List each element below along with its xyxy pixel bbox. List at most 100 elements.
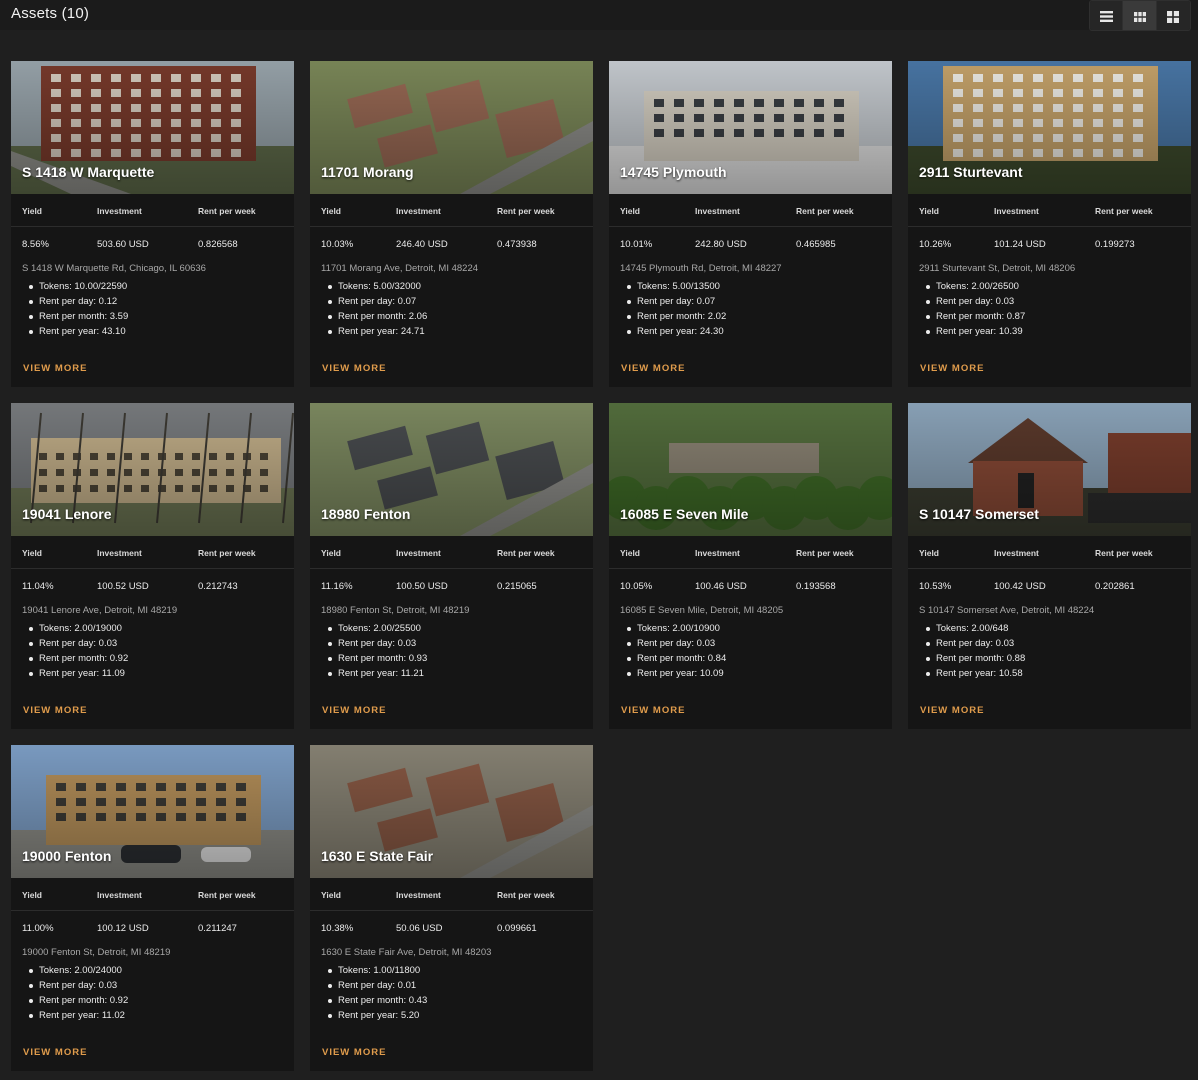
rent-per-month-item: Rent per month: 0.92 bbox=[27, 993, 294, 1008]
rent-per-week-value: 0.099661 bbox=[497, 923, 537, 934]
asset-details-list: Tokens: 10.00/22590 Rent per day: 0.12 R… bbox=[11, 279, 294, 339]
rent-per-day-item: Rent per day: 0.07 bbox=[625, 294, 892, 309]
rent-per-year-item: Rent per year: 5.20 bbox=[326, 1008, 593, 1023]
property-photo[interactable]: S 1418 W Marquette bbox=[11, 61, 294, 194]
asset-card-8[interactable]: S 10147 Somerset Yield Investment Rent p… bbox=[908, 403, 1191, 729]
property-photo[interactable]: 16085 E Seven Mile bbox=[609, 403, 892, 536]
metrics-header: Yield Investment Rent per week bbox=[609, 536, 892, 569]
asset-name: S 1418 W Marquette bbox=[22, 164, 155, 180]
rent-per-day-item: Rent per day: 0.03 bbox=[27, 978, 294, 993]
view-more-link[interactable]: VIEW MORE bbox=[920, 705, 984, 716]
view-more-link[interactable]: VIEW MORE bbox=[23, 1047, 87, 1058]
yield-value: 10.01% bbox=[620, 239, 653, 250]
rent-per-month-item: Rent per month: 0.88 bbox=[924, 651, 1191, 666]
view-more-link[interactable]: VIEW MORE bbox=[23, 363, 87, 374]
asset-card-1[interactable]: S 1418 W Marquette Yield Investment Rent… bbox=[11, 61, 294, 387]
asset-details-list: Tokens: 5.00/32000 Rent per day: 0.07 Re… bbox=[310, 279, 593, 339]
yield-value: 11.16% bbox=[321, 581, 353, 592]
property-photo[interactable]: 1630 E State Fair bbox=[310, 745, 593, 878]
property-photo[interactable]: 2911 Sturtevant bbox=[908, 61, 1191, 194]
asset-address: S 10147 Somerset Ave, Detroit, MI 48224 bbox=[919, 605, 1095, 616]
asset-name: 2911 Sturtevant bbox=[919, 164, 1023, 180]
view-more-link[interactable]: VIEW MORE bbox=[920, 363, 984, 374]
property-photo[interactable]: 18980 Fenton bbox=[310, 403, 593, 536]
investment-value: 100.46 USD bbox=[695, 581, 747, 592]
grid-small-view-button[interactable] bbox=[1123, 1, 1157, 30]
view-more-link[interactable]: VIEW MORE bbox=[621, 363, 685, 374]
investment-value: 100.42 USD bbox=[994, 581, 1046, 592]
property-photo[interactable]: 14745 Plymouth bbox=[609, 61, 892, 194]
investment-label: Investment bbox=[396, 890, 441, 900]
view-more-link[interactable]: VIEW MORE bbox=[23, 705, 87, 716]
asset-card-3[interactable]: 14745 Plymouth Yield Investment Rent per… bbox=[609, 61, 892, 387]
yield-value: 10.03% bbox=[321, 239, 354, 250]
asset-name: S 10147 Somerset bbox=[919, 506, 1039, 522]
metrics-values: 8.56% 503.60 USD 0.826568 bbox=[11, 227, 294, 259]
asset-card-6[interactable]: 18980 Fenton Yield Investment Rent per w… bbox=[310, 403, 593, 729]
rent-per-week-label: Rent per week bbox=[497, 890, 555, 900]
rent-per-year-item: Rent per year: 10.39 bbox=[924, 324, 1191, 339]
yield-label: Yield bbox=[321, 206, 341, 216]
asset-name: 11701 Morang bbox=[321, 164, 414, 180]
investment-value: 100.50 USD bbox=[396, 581, 448, 592]
asset-card-7[interactable]: 16085 E Seven Mile Yield Investment Rent… bbox=[609, 403, 892, 729]
property-photo[interactable]: 19000 Fenton bbox=[11, 745, 294, 878]
tokens-item: Tokens: 2.00/648 bbox=[924, 621, 1191, 636]
asset-details-list: Tokens: 2.00/24000 Rent per day: 0.03 Re… bbox=[11, 963, 294, 1023]
rent-per-year-item: Rent per year: 11.02 bbox=[27, 1008, 294, 1023]
metrics-header: Yield Investment Rent per week bbox=[609, 194, 892, 227]
asset-card-4[interactable]: 2911 Sturtevant Yield Investment Rent pe… bbox=[908, 61, 1191, 387]
metrics-header: Yield Investment Rent per week bbox=[310, 536, 593, 569]
metrics-values: 11.04% 100.52 USD 0.212743 bbox=[11, 569, 294, 601]
tokens-item: Tokens: 10.00/22590 bbox=[27, 279, 294, 294]
property-photo[interactable]: S 10147 Somerset bbox=[908, 403, 1191, 536]
view-more-link[interactable]: VIEW MORE bbox=[322, 1047, 386, 1058]
yield-value: 10.38% bbox=[321, 923, 354, 934]
asset-name: 14745 Plymouth bbox=[620, 164, 727, 180]
yield-label: Yield bbox=[620, 548, 640, 558]
investment-value: 503.60 USD bbox=[97, 239, 149, 250]
metrics-values: 11.00% 100.12 USD 0.211247 bbox=[11, 911, 294, 943]
asset-address: 16085 E Seven Mile, Detroit, MI 48205 bbox=[620, 605, 784, 616]
rent-per-month-item: Rent per month: 0.43 bbox=[326, 993, 593, 1008]
rent-per-year-item: Rent per year: 10.58 bbox=[924, 666, 1191, 681]
rent-per-year-item: Rent per year: 10.09 bbox=[625, 666, 892, 681]
asset-card-5[interactable]: 19041 Lenore Yield Investment Rent per w… bbox=[11, 403, 294, 729]
rent-per-week-label: Rent per week bbox=[198, 890, 256, 900]
yield-value: 11.04% bbox=[22, 581, 54, 592]
asset-details-list: Tokens: 2.00/10900 Rent per day: 0.03 Re… bbox=[609, 621, 892, 681]
list-view-button[interactable] bbox=[1090, 1, 1124, 30]
property-photo[interactable]: 19041 Lenore bbox=[11, 403, 294, 536]
asset-card-2[interactable]: 11701 Morang Yield Investment Rent per w… bbox=[310, 61, 593, 387]
rent-per-month-item: Rent per month: 0.92 bbox=[27, 651, 294, 666]
metrics-values: 11.16% 100.50 USD 0.215065 bbox=[310, 569, 593, 601]
yield-label: Yield bbox=[321, 890, 341, 900]
rent-per-day-item: Rent per day: 0.03 bbox=[924, 636, 1191, 651]
rent-per-day-item: Rent per day: 0.03 bbox=[924, 294, 1191, 309]
investment-label: Investment bbox=[97, 548, 142, 558]
rent-per-day-item: Rent per day: 0.03 bbox=[625, 636, 892, 651]
view-more-link[interactable]: VIEW MORE bbox=[621, 705, 685, 716]
investment-value: 50.06 USD bbox=[396, 923, 443, 934]
asset-details-list: Tokens: 1.00/11800 Rent per day: 0.01 Re… bbox=[310, 963, 593, 1023]
metrics-values: 10.38% 50.06 USD 0.099661 bbox=[310, 911, 593, 943]
grid-large-view-button[interactable] bbox=[1156, 1, 1190, 30]
rent-per-month-item: Rent per month: 0.93 bbox=[326, 651, 593, 666]
rent-per-year-item: Rent per year: 11.09 bbox=[27, 666, 294, 681]
property-photo[interactable]: 11701 Morang bbox=[310, 61, 593, 194]
investment-label: Investment bbox=[97, 206, 142, 216]
grid-large-view-icon bbox=[1167, 10, 1180, 23]
yield-label: Yield bbox=[22, 548, 42, 558]
rent-per-week-label: Rent per week bbox=[497, 206, 555, 216]
tokens-item: Tokens: 5.00/32000 bbox=[326, 279, 593, 294]
metrics-header: Yield Investment Rent per week bbox=[11, 194, 294, 227]
yield-label: Yield bbox=[321, 548, 341, 558]
asset-address: 1630 E State Fair Ave, Detroit, MI 48203 bbox=[321, 947, 492, 958]
asset-card-10[interactable]: 1630 E State Fair Yield Investment Rent … bbox=[310, 745, 593, 1071]
view-more-link[interactable]: VIEW MORE bbox=[322, 705, 386, 716]
grid-small-view-icon bbox=[1133, 11, 1146, 22]
asset-details-list: Tokens: 2.00/19000 Rent per day: 0.03 Re… bbox=[11, 621, 294, 681]
view-more-link[interactable]: VIEW MORE bbox=[322, 363, 386, 374]
rent-per-week-value: 0.826568 bbox=[198, 239, 238, 250]
asset-card-9[interactable]: 19000 Fenton Yield Investment Rent per w… bbox=[11, 745, 294, 1071]
